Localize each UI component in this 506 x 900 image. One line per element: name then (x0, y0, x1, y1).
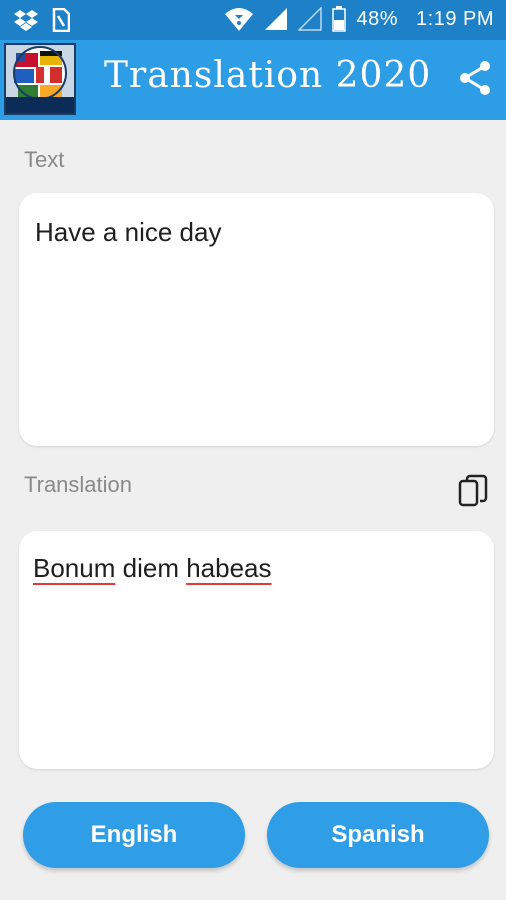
sim-icon (52, 8, 70, 32)
input-text-value: Have a nice day (35, 217, 222, 247)
battery-percentage: 48% (356, 7, 399, 30)
app-bar: Translation 2020 (0, 40, 506, 120)
clock: 1:19 PM (416, 7, 494, 30)
translation-word: diem (122, 553, 179, 583)
copy-icon (458, 474, 488, 507)
signal-empty-icon (298, 7, 323, 31)
translation-label: Translation (24, 472, 133, 497)
globe-flags-icon (6, 46, 74, 113)
text-input-field[interactable]: Have a nice day (19, 193, 494, 446)
wifi-icon (225, 8, 254, 31)
status-left-icons (14, 8, 70, 32)
translation-output: Bonum diem habeas (19, 531, 494, 769)
text-label: Text (24, 147, 65, 172)
dropbox-icon (14, 10, 38, 31)
status-bar: 48% 1:19 PM (0, 0, 506, 40)
share-button[interactable] (456, 58, 496, 98)
translation-word-misspelled: habeas (186, 553, 272, 583)
app-title: Translation 2020 (104, 55, 432, 96)
share-icon (460, 61, 490, 95)
battery-icon (332, 6, 347, 32)
translation-text: Bonum diem habeas (33, 553, 272, 584)
copy-button[interactable] (458, 474, 490, 508)
app-logo (4, 43, 76, 115)
status-right-icons: 48% 1:19 PM (224, 6, 494, 32)
target-language-button[interactable]: Spanish (267, 802, 489, 868)
source-language-button[interactable]: English (23, 802, 245, 868)
signal-icon (265, 8, 288, 30)
translation-word-misspelled: Bonum (33, 553, 116, 583)
